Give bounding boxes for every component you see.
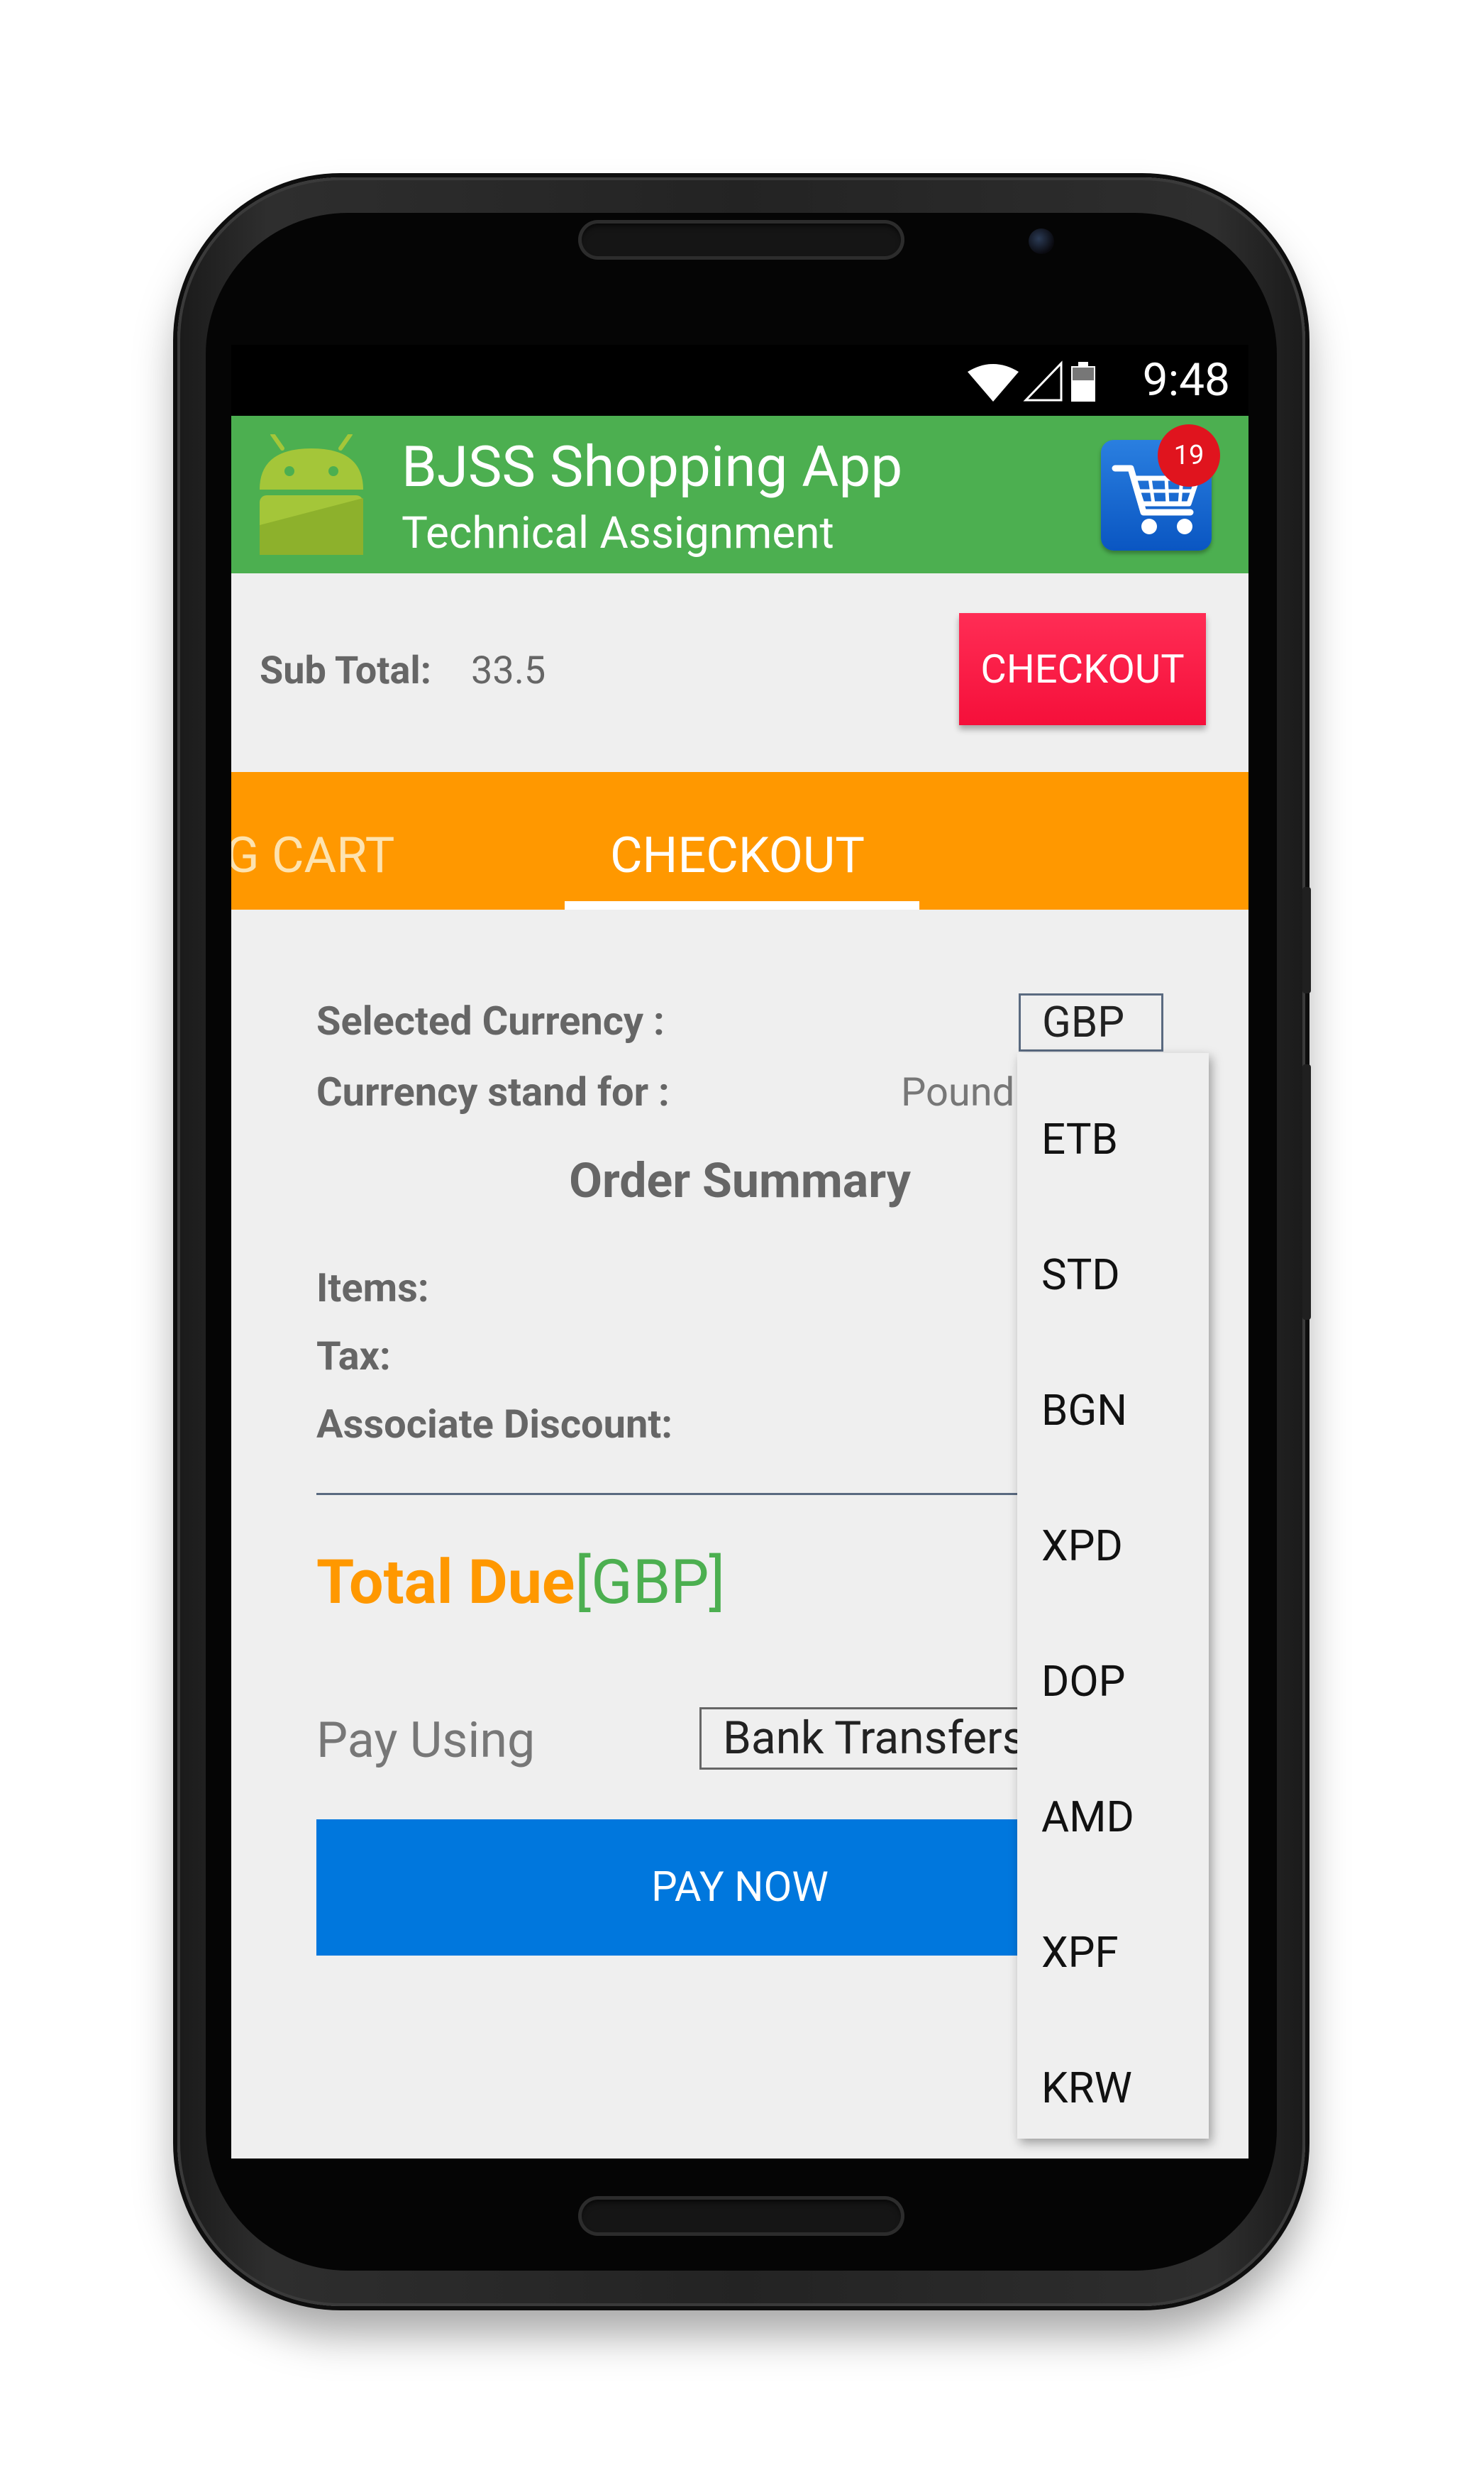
items-label: Items: xyxy=(316,1264,429,1311)
currency-option[interactable]: XPF xyxy=(1041,1927,1119,1978)
currency-spinner[interactable]: GBP xyxy=(1019,993,1163,1052)
wifi-icon xyxy=(968,364,1019,402)
cart-count-badge: 19 xyxy=(1158,424,1220,487)
top-speaker-grille xyxy=(578,220,904,260)
selected-currency-label: Selected Currency : xyxy=(316,998,665,1044)
power-button xyxy=(1302,1064,1311,1320)
currency-option[interactable]: BGN xyxy=(1041,1385,1127,1436)
currency-option[interactable]: DOP xyxy=(1041,1656,1126,1707)
battery-icon xyxy=(1071,362,1095,402)
bottom-speaker-grille xyxy=(578,2196,904,2236)
subtotal-label: Sub Total: xyxy=(260,649,431,693)
front-camera xyxy=(1029,228,1054,254)
tax-label: Tax: xyxy=(316,1333,391,1379)
checkout-button[interactable]: CHECKOUT xyxy=(959,613,1206,725)
associate-discount-label: Associate Discount: xyxy=(316,1401,673,1448)
currency-stand-for-value: Pound xyxy=(901,1069,1015,1115)
currency-option[interactable]: XPD xyxy=(1041,1521,1123,1572)
pay-using-label: Pay Using xyxy=(316,1711,536,1770)
tab-shopping-cart[interactable]: NG CART xyxy=(231,827,394,884)
total-due: Total Due[GBP] xyxy=(316,1547,725,1618)
currency-stand-for-label: Currency stand for : xyxy=(316,1069,670,1115)
app-bar: BJSS Shopping App Technical Assignment 1… xyxy=(231,416,1248,573)
status-bar: 9:48 xyxy=(231,345,1248,416)
tab-bar: NG CART CHECKOUT xyxy=(231,772,1248,910)
currency-option[interactable]: ETB xyxy=(1041,1114,1118,1165)
app-subtitle: Technical Assignment xyxy=(402,507,834,559)
tab-selected-indicator xyxy=(565,901,919,910)
status-icons xyxy=(968,360,1095,402)
currency-option[interactable]: STD xyxy=(1041,1250,1120,1301)
currency-option[interactable]: AMD xyxy=(1041,1792,1134,1843)
currency-dropdown-list: ETB STD BGN XPD DOP AMD XPF KRW xyxy=(1017,1053,1209,2139)
status-time: 9:48 xyxy=(1142,353,1230,407)
subtotal-value: 33.5 xyxy=(471,649,546,693)
android-logo-icon xyxy=(260,434,363,555)
screen: 9:48 BJSS Shopping App Technical Assignm… xyxy=(231,345,1248,2159)
signal-icon xyxy=(1023,360,1063,402)
total-due-currency: [GBP] xyxy=(575,1546,726,1618)
currency-option[interactable]: KRW xyxy=(1041,2063,1132,2114)
app-title: BJSS Shopping App xyxy=(402,434,903,500)
tab-checkout[interactable]: CHECKOUT xyxy=(610,827,865,884)
subtotal-bar: Sub Total: 33.5 CHECKOUT xyxy=(231,573,1248,772)
total-due-label: Total Due xyxy=(316,1546,575,1618)
volume-button xyxy=(1302,887,1311,993)
